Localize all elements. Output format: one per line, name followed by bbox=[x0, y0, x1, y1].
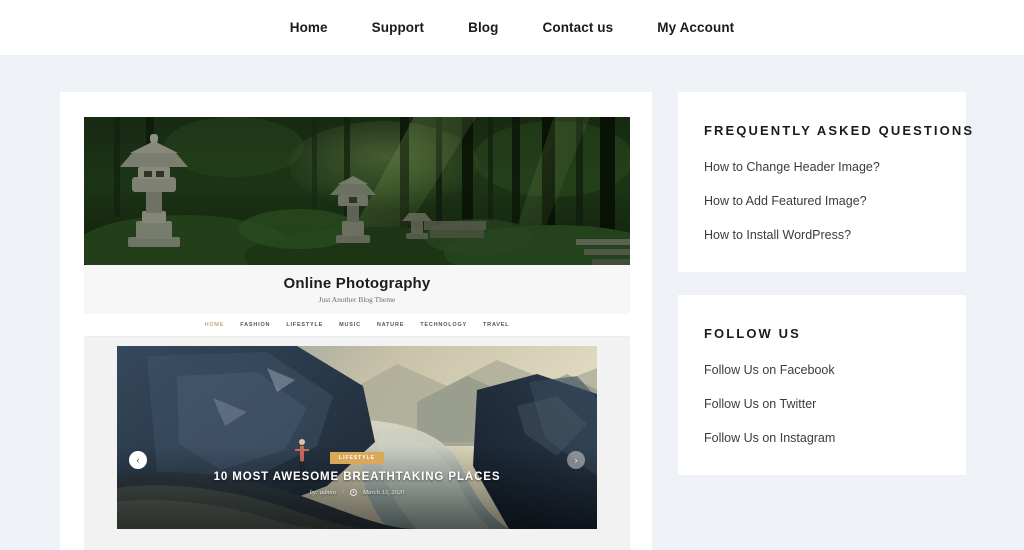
page-body: Online Photography Just Another Blog The… bbox=[0, 55, 1024, 550]
top-navigation-menu: Home Support Blog Contact us My Account bbox=[290, 20, 735, 35]
topnav-item-my-account[interactable]: My Account bbox=[657, 20, 734, 35]
faq-link-install-wordpress[interactable]: How to Install WordPress? bbox=[704, 228, 940, 242]
slider-post-author: by: admin bbox=[309, 489, 336, 496]
topnav-item-support[interactable]: Support bbox=[372, 20, 424, 35]
preview-site-title: Online Photography bbox=[283, 275, 431, 292]
follow-link-twitter[interactable]: Follow Us on Twitter bbox=[704, 397, 940, 411]
widget-title-follow-us: FOLLOW US bbox=[704, 326, 801, 341]
inner-nav-item-nature[interactable]: NATURE bbox=[377, 322, 404, 328]
topnav-item-blog[interactable]: Blog bbox=[468, 20, 498, 35]
widget-title-faq: FREQUENTLY ASKED QUESTIONS bbox=[704, 123, 975, 138]
theme-preview-card: Online Photography Just Another Blog The… bbox=[60, 92, 652, 550]
faq-link-add-featured-image[interactable]: How to Add Featured Image? bbox=[704, 194, 940, 208]
preview-slider: LIFESTYLE 10 MOST AWESOME BREATHTAKING P… bbox=[84, 337, 630, 550]
widget-frequently-asked-questions: FREQUENTLY ASKED QUESTIONS How to Change… bbox=[678, 92, 975, 272]
slider-meta-separator: / bbox=[341, 489, 344, 496]
slider-post-title[interactable]: 10 MOST AWESOME BREATHTAKING PLACES bbox=[117, 471, 597, 483]
slider-post-date: March 13, 2020 bbox=[362, 489, 405, 496]
inner-nav-item-music[interactable]: MUSIC bbox=[339, 322, 361, 328]
inner-nav-item-lifestyle[interactable]: LIFESTYLE bbox=[286, 322, 323, 328]
faq-link-change-header-image[interactable]: How to Change Header Image? bbox=[704, 160, 940, 174]
preview-inner-navigation: HOME FASHION LIFESTYLE MUSIC NATURE TECH… bbox=[84, 314, 630, 337]
preview-site-tagline: Just Another Blog Theme bbox=[318, 295, 396, 304]
sidebar: FREQUENTLY ASKED QUESTIONS How to Change… bbox=[678, 92, 975, 498]
top-navigation-bar: Home Support Blog Contact us My Account bbox=[0, 0, 1024, 55]
slider-next-arrow-icon[interactable]: › bbox=[567, 451, 585, 469]
slider-category-badge[interactable]: LIFESTYLE bbox=[330, 452, 384, 464]
follow-link-instagram[interactable]: Follow Us on Instagram bbox=[704, 431, 940, 445]
preview-site-identity: Online Photography Just Another Blog The… bbox=[84, 265, 630, 314]
slider-caption: LIFESTYLE 10 MOST AWESOME BREATHTAKING P… bbox=[117, 446, 597, 496]
slider-post-meta: by: admin / March 13, 2020 bbox=[117, 489, 597, 496]
theme-preview-frame[interactable]: Online Photography Just Another Blog The… bbox=[84, 117, 630, 550]
slider-slide[interactable]: LIFESTYLE 10 MOST AWESOME BREATHTAKING P… bbox=[117, 346, 597, 529]
inner-nav-item-travel[interactable]: TRAVEL bbox=[483, 322, 509, 328]
inner-nav-item-home[interactable]: HOME bbox=[205, 322, 225, 328]
widget-follow-us: FOLLOW US Follow Us on Facebook Follow U… bbox=[678, 295, 966, 475]
topnav-item-home[interactable]: Home bbox=[290, 20, 328, 35]
slider-prev-arrow-icon[interactable]: ‹ bbox=[129, 451, 147, 469]
topnav-item-contact-us[interactable]: Contact us bbox=[543, 20, 614, 35]
inner-nav-item-technology[interactable]: TECHNOLOGY bbox=[420, 322, 467, 328]
clock-icon bbox=[349, 489, 357, 496]
hero-forest-image bbox=[84, 117, 630, 265]
inner-nav-item-fashion[interactable]: FASHION bbox=[240, 322, 270, 328]
follow-link-facebook[interactable]: Follow Us on Facebook bbox=[704, 363, 940, 377]
